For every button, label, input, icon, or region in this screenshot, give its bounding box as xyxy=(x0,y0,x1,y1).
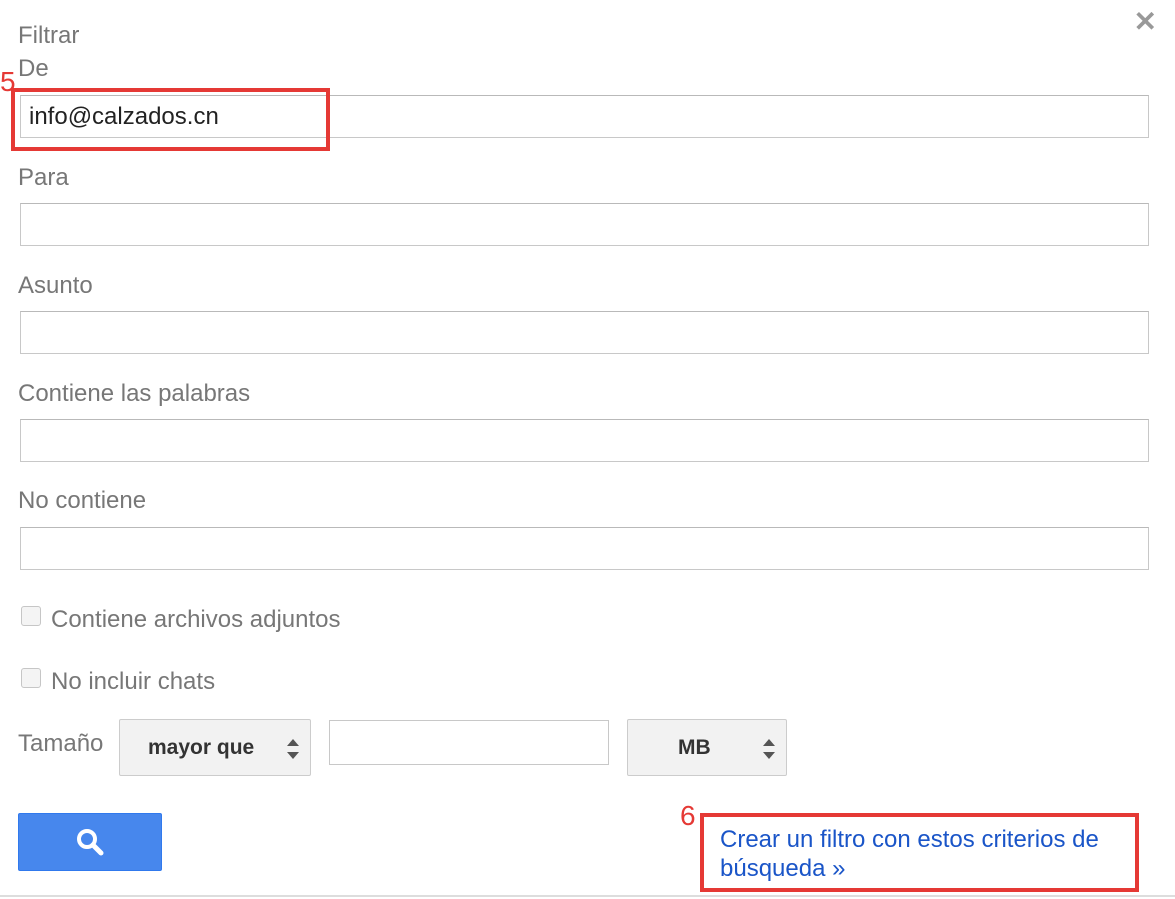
annotation-box-6 xyxy=(700,813,1139,892)
no-chats-label: No incluir chats xyxy=(51,668,216,695)
search-button[interactable] xyxy=(18,813,162,871)
subject-label: Asunto xyxy=(18,272,93,299)
size-operator-value: mayor que xyxy=(148,735,255,759)
bottom-divider xyxy=(0,895,1175,897)
doesnt-have-label: No contiene xyxy=(18,487,147,514)
has-attachment-checkbox[interactable] xyxy=(21,606,41,626)
size-operator-select[interactable]: mayor que xyxy=(119,719,311,776)
has-attachment-label: Contiene archivos adjuntos xyxy=(51,606,341,633)
subject-input[interactable] xyxy=(20,311,1149,354)
from-label: De xyxy=(18,55,49,82)
size-value-input[interactable] xyxy=(329,720,609,765)
has-words-input[interactable] xyxy=(20,419,1149,462)
up-down-arrows-icon xyxy=(763,739,775,759)
up-down-arrows-icon xyxy=(287,739,299,759)
to-input[interactable] xyxy=(20,203,1149,246)
size-label: Tamaño xyxy=(18,730,104,757)
search-icon xyxy=(77,829,104,856)
close-icon[interactable]: ✕ xyxy=(1134,8,1157,36)
to-label: Para xyxy=(18,164,69,191)
size-unit-select[interactable]: MB xyxy=(627,719,787,776)
dialog-title: Filtrar xyxy=(18,22,80,49)
annotation-number-6: 6 xyxy=(680,800,696,831)
doesnt-have-input[interactable] xyxy=(20,527,1149,570)
annotation-box-5 xyxy=(11,88,330,151)
has-words-label: Contiene las palabras xyxy=(18,380,251,407)
no-chats-checkbox[interactable] xyxy=(21,668,41,688)
size-unit-value: MB xyxy=(678,735,711,759)
